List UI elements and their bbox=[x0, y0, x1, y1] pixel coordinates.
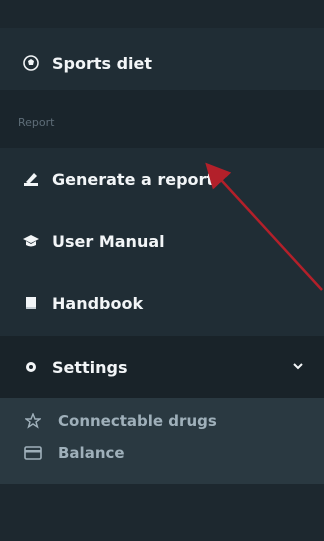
sidebar-bottom bbox=[0, 484, 324, 541]
sidebar-item-settings[interactable]: Settings bbox=[0, 344, 324, 390]
sidebar-top bbox=[0, 0, 324, 28]
graduation-cap-icon bbox=[22, 232, 40, 250]
report-edit-icon bbox=[22, 170, 40, 188]
sidebar-item-handbook[interactable]: Handbook bbox=[0, 280, 324, 326]
submenu-item-connectable-drugs[interactable]: Connectable drugs bbox=[0, 406, 324, 436]
submenu-item-label: Balance bbox=[58, 444, 125, 462]
book-icon bbox=[22, 294, 40, 312]
sidebar-item-label: Handbook bbox=[52, 293, 144, 313]
sidebar-item-label: User Manual bbox=[52, 231, 165, 251]
submenu-item-balance[interactable]: Balance bbox=[0, 438, 324, 468]
sidebar-item-label: Generate a report bbox=[52, 169, 215, 189]
sidebar-item-label: Settings bbox=[52, 357, 128, 377]
sidebar-item-generate-report[interactable]: Generate a report bbox=[0, 156, 324, 202]
sidebar-item-sports-diet[interactable]: Sports diet bbox=[0, 40, 324, 86]
sidebar-item-label: Sports diet bbox=[52, 53, 153, 73]
star-hand-icon bbox=[24, 412, 42, 430]
section-label-report: Report bbox=[18, 116, 55, 129]
chevron-down-icon[interactable] bbox=[290, 358, 306, 374]
sidebar: Sports diet Report Generate a report Use… bbox=[0, 0, 324, 541]
submenu-item-label: Connectable drugs bbox=[58, 412, 217, 430]
credit-card-icon bbox=[24, 444, 42, 462]
sidebar-item-user-manual[interactable]: User Manual bbox=[0, 218, 324, 264]
soccer-ball-icon bbox=[22, 54, 40, 72]
gear-icon bbox=[22, 358, 40, 376]
